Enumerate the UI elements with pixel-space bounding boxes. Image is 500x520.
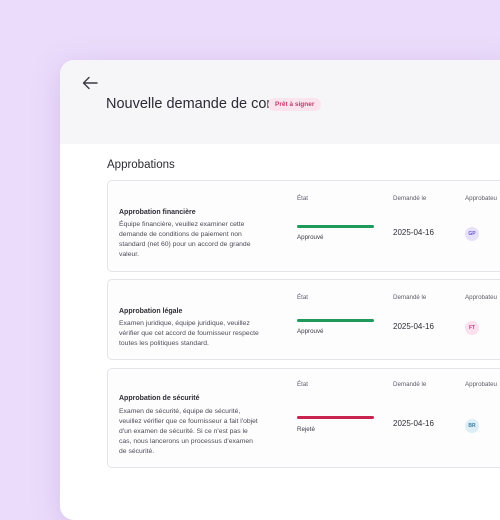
- status-bar: [297, 416, 374, 419]
- avatar[interactable]: GP: [465, 227, 479, 241]
- column-header-approver: Approbateu: [465, 294, 497, 301]
- status-text: Approuvé: [297, 328, 324, 335]
- column-header-requested: Demandé le: [393, 195, 427, 202]
- column-header-state: État: [297, 294, 309, 301]
- requested-date: 2025-04-16: [393, 228, 434, 237]
- approval-card[interactable]: Approbation légale Examen juridique, équi…: [107, 279, 500, 360]
- status-bar-fill: [297, 319, 374, 322]
- status-bar-fill: [297, 416, 374, 419]
- avatar[interactable]: FT: [465, 321, 479, 335]
- requested-date: 2025-04-16: [393, 322, 434, 331]
- requested-date: 2025-04-16: [393, 419, 434, 428]
- status-bar: [297, 225, 374, 228]
- approval-description: Examen de sécurité, équipe de sécurité, …: [119, 408, 258, 455]
- approval-name: Approbation légale: [119, 308, 183, 315]
- status-text: Approuvé: [297, 234, 324, 241]
- avatar[interactable]: BR: [465, 419, 479, 433]
- approval-name: Approbation de sécurité: [119, 395, 200, 402]
- status-badge: Prêt à signer: [268, 98, 322, 111]
- contract-window: Nouvelle demande de contrat Prêt à signe…: [60, 60, 500, 520]
- arrow-left-icon[interactable]: [82, 76, 98, 90]
- column-header-state: État: [297, 381, 309, 388]
- approval-card[interactable]: Approbation de sécurité Examen de sécurit…: [107, 368, 500, 468]
- status-text: Rejeté: [297, 426, 315, 433]
- approval-card[interactable]: Approbation financière Équipe financière,…: [107, 180, 500, 272]
- column-header-requested: Demandé le: [393, 294, 427, 301]
- column-header-approver: Approbateu: [465, 381, 497, 388]
- status-bar-fill: [297, 225, 374, 228]
- column-header-approver: Approbateu: [465, 195, 497, 202]
- column-header-requested: Demandé le: [393, 381, 427, 388]
- status-bar: [297, 319, 374, 322]
- approval-description: Examen juridique, équipe juridique, veui…: [119, 320, 259, 347]
- page-header: Nouvelle demande de contrat Prêt à signe…: [60, 60, 500, 144]
- section-title: Approbations: [107, 159, 175, 171]
- approval-description: Équipe financière, veuillez examiner cet…: [119, 221, 251, 258]
- approval-name: Approbation financière: [119, 209, 196, 216]
- column-header-state: État: [297, 195, 309, 202]
